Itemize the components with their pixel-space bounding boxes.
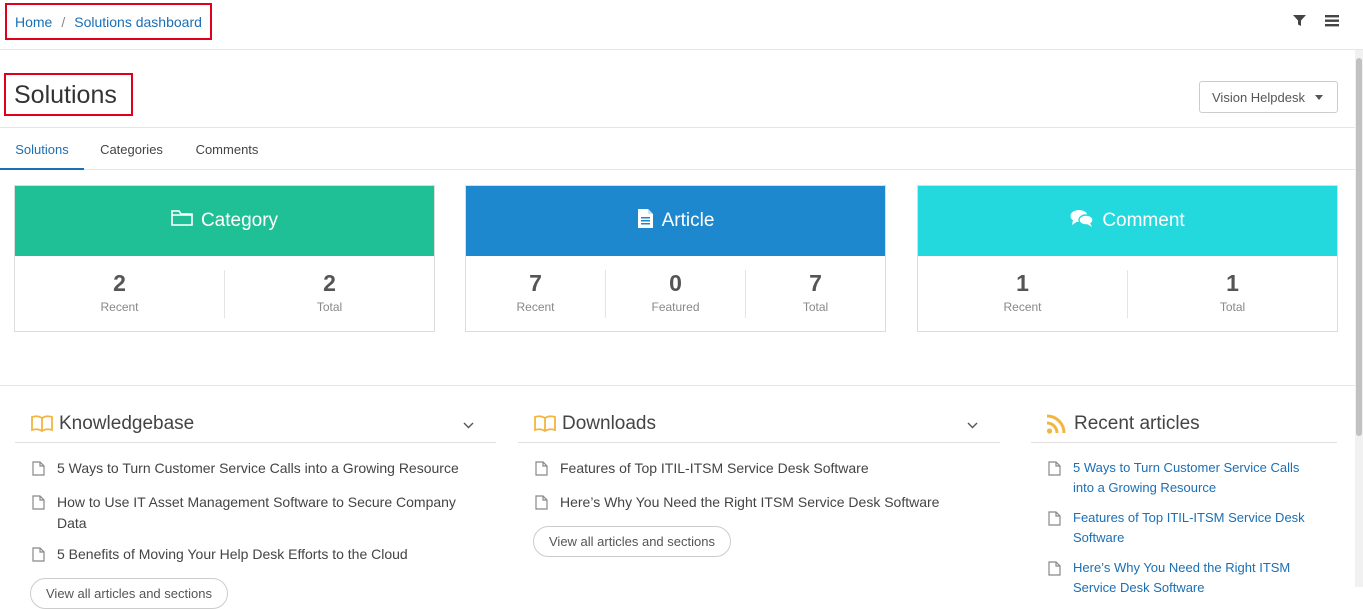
document-outline-icon	[1048, 561, 1061, 582]
stat-value: 7	[529, 270, 542, 296]
article-title: Features of Top ITIL-ITSM Service Desk S…	[560, 460, 869, 476]
book-icon	[31, 415, 53, 432]
breadcrumb: Home / Solutions dashboard	[5, 3, 212, 40]
recent-articles-panel: Recent articles 5 Ways to Turn Customer …	[1031, 405, 1337, 608]
article-card-title: Article	[661, 210, 715, 231]
knowledgebase-title: Knowledgebase	[59, 412, 195, 434]
stat-label: Featured	[651, 300, 700, 314]
downloads-article-item[interactable]: Here’s Why You Need the Right ITSM Servi…	[535, 492, 1000, 516]
page-scrollbar[interactable]	[1355, 50, 1363, 587]
stat-label: Recent	[516, 300, 555, 314]
article-title: Here’s Why You Need the Right ITSM Servi…	[560, 494, 940, 510]
page-title: Solutions	[4, 73, 133, 116]
breadcrumb-home-link[interactable]: Home	[15, 14, 52, 30]
section-divider	[0, 385, 1355, 386]
article-title: 5 Benefits of Moving Your Help Desk Effo…	[57, 546, 408, 562]
stat-label: Total	[802, 300, 829, 314]
filter-icon[interactable]	[1291, 12, 1307, 28]
stat-label: Total	[316, 300, 343, 314]
knowledgebase-panel: Knowledgebase 5 Ways to Turn Customer Se…	[15, 405, 496, 609]
comments-icon	[1070, 209, 1095, 234]
menu-icon[interactable]	[1324, 12, 1340, 28]
caret-down-icon	[1314, 94, 1323, 100]
breadcrumb-separator: /	[61, 13, 66, 30]
downloads-article-item[interactable]: Features of Top ITIL-ITSM Service Desk S…	[535, 458, 1000, 482]
tab-solutions[interactable]: Solutions	[0, 128, 84, 170]
tab-bar: Solutions Categories Comments	[0, 127, 1355, 170]
document-outline-icon	[1048, 511, 1061, 532]
stat-article-total[interactable]: 7 Total	[745, 270, 885, 318]
category-card-title: Category	[200, 210, 279, 231]
tab-comments[interactable]: Comments	[183, 128, 271, 170]
stat-value: 7	[809, 270, 822, 296]
comment-card[interactable]: Comment 1 Recent 1 Total	[917, 185, 1338, 332]
helpdesk-dropdown-value: Vision Helpdesk	[1212, 89, 1305, 105]
document-outline-icon	[32, 461, 45, 482]
stat-value: 1	[1226, 270, 1239, 296]
stat-category-recent[interactable]: 2 Recent	[15, 270, 224, 318]
document-outline-icon	[32, 547, 45, 568]
knowledgebase-header[interactable]: Knowledgebase	[15, 405, 496, 443]
stat-value: 2	[113, 270, 126, 296]
comment-card-header: Comment	[918, 186, 1337, 256]
stat-label: Recent	[100, 300, 139, 314]
view-all-articles-button[interactable]: View all articles and sections	[30, 578, 228, 609]
document-outline-icon	[1048, 461, 1061, 482]
view-all-articles-button[interactable]: View all articles and sections	[533, 526, 731, 557]
stat-article-featured[interactable]: 0 Featured	[605, 270, 745, 318]
downloads-header[interactable]: Downloads	[518, 405, 1000, 443]
knowledgebase-article-item[interactable]: 5 Benefits of Moving Your Help Desk Effo…	[32, 544, 496, 568]
category-card[interactable]: Category 2 Recent 2 Total	[14, 185, 435, 332]
article-card[interactable]: Article 7 Recent 0 Featured 7 Total	[465, 185, 886, 332]
recent-article-link[interactable]: Here’s Why You Need the Right ITSM Servi…	[1048, 558, 1321, 598]
stat-comment-recent[interactable]: 1 Recent	[918, 270, 1127, 318]
book-icon	[534, 415, 556, 432]
rss-icon	[1046, 414, 1068, 434]
stat-value: 0	[669, 270, 682, 296]
article-title: 5 Ways to Turn Customer Service Calls in…	[57, 460, 459, 476]
stat-label: Total	[1219, 300, 1246, 314]
article-link-text: 5 Ways to Turn Customer Service Calls in…	[1073, 460, 1300, 495]
article-card-header: Article	[466, 186, 885, 256]
recent-article-link[interactable]: 5 Ways to Turn Customer Service Calls in…	[1048, 458, 1321, 498]
article-title: How to Use IT Asset Management Software …	[57, 494, 456, 531]
breadcrumb-current[interactable]: Solutions dashboard	[74, 14, 202, 30]
document-outline-icon	[535, 461, 548, 482]
tab-categories[interactable]: Categories	[90, 128, 173, 170]
knowledgebase-article-item[interactable]: 5 Ways to Turn Customer Service Calls in…	[32, 458, 496, 482]
comment-card-title: Comment	[1102, 210, 1185, 231]
top-bar: Home / Solutions dashboard	[0, 0, 1363, 50]
chevron-down-icon[interactable]	[967, 413, 978, 435]
downloads-panel: Downloads Features of Top ITIL-ITSM Serv…	[518, 405, 1000, 557]
recent-articles-title: Recent articles	[1074, 412, 1200, 434]
downloads-title: Downloads	[562, 412, 656, 434]
stat-label: Recent	[1003, 300, 1042, 314]
article-link-text: Here’s Why You Need the Right ITSM Servi…	[1073, 560, 1291, 595]
folder-icon	[171, 209, 193, 233]
document-outline-icon	[32, 495, 45, 516]
scrollbar-thumb[interactable]	[1356, 58, 1362, 436]
stat-value: 1	[1016, 270, 1029, 296]
stat-comment-total[interactable]: 1 Total	[1127, 270, 1337, 318]
recent-article-link[interactable]: Features of Top ITIL-ITSM Service Desk S…	[1048, 508, 1321, 548]
document-outline-icon	[535, 495, 548, 516]
category-card-header: Category	[15, 186, 434, 256]
stat-category-total[interactable]: 2 Total	[224, 270, 434, 318]
helpdesk-dropdown[interactable]: Vision Helpdesk	[1199, 81, 1338, 113]
chevron-down-icon[interactable]	[463, 413, 474, 435]
knowledgebase-article-item[interactable]: How to Use IT Asset Management Software …	[32, 492, 477, 534]
stat-article-recent[interactable]: 7 Recent	[466, 270, 605, 318]
document-icon	[637, 208, 654, 235]
stat-value: 2	[323, 270, 336, 296]
recent-articles-header: Recent articles	[1031, 405, 1337, 443]
article-link-text: Features of Top ITIL-ITSM Service Desk S…	[1073, 510, 1305, 545]
